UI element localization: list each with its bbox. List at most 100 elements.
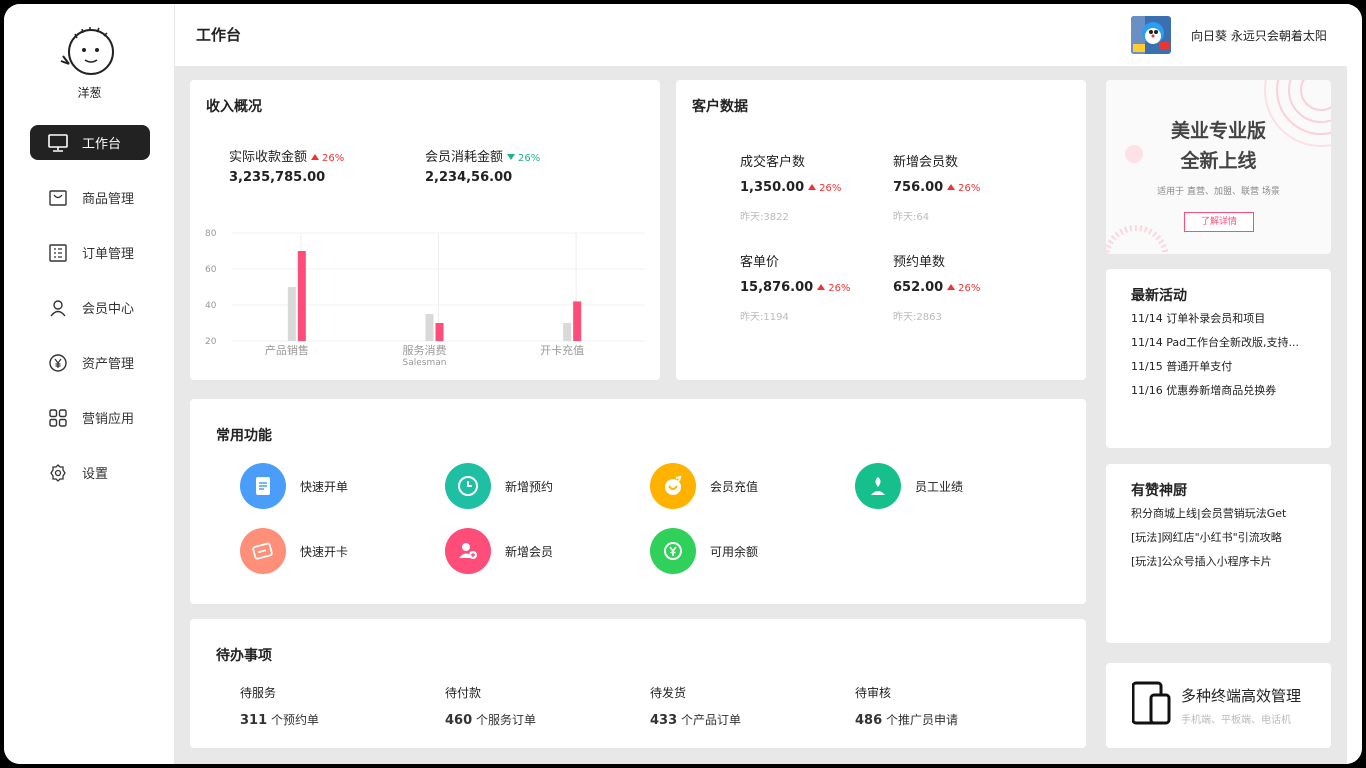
sidebar-item-settings[interactable]: 设置 — [30, 455, 150, 490]
user-motto: 向日葵 永远只会朝着太阳 — [1191, 29, 1327, 43]
x-tick-label: 服务消费 — [403, 343, 447, 357]
sidebar-item-marketing[interactable]: 营销应用 — [30, 400, 150, 435]
staff-icon — [855, 463, 901, 509]
staff-performance-button[interactable]: 员工业绩 — [855, 463, 963, 509]
gear-icon — [48, 463, 68, 483]
sidebar-item-assets[interactable]: 资产管理 — [30, 345, 150, 380]
y-tick-label: 80 — [205, 229, 217, 239]
todo-value[interactable]: 460 个服务订单 — [445, 711, 536, 728]
terminal-card[interactable]: 多种终端高效管理 手机端、平板端、电话机 — [1106, 663, 1331, 748]
username: 洋葱 — [77, 86, 102, 100]
avatar[interactable] — [59, 24, 119, 84]
y-tick-label: 20 — [205, 337, 217, 347]
scrollbar[interactable] — [1347, 66, 1362, 764]
activities-card: 最新活动 11/14 订单补录会员和项目 11/14 Pad工作台全新改版,支持… — [1106, 269, 1331, 448]
customer-stat-label: 新增会员数 — [893, 155, 959, 170]
income-bar-chart: 80 60 40 20 产品销售 服务消费Salesman 开卡充值 — [205, 229, 645, 368]
bar — [435, 323, 444, 341]
member-recharge-button[interactable]: 会员充值 — [650, 463, 758, 509]
customer-stat-yesterday: 昨天:1194 — [740, 312, 789, 323]
banner-line1: 美业专业版 — [1170, 120, 1266, 142]
trend-up-icon — [947, 184, 956, 190]
banner-line2: 全新上线 — [1180, 150, 1257, 172]
promo-banner[interactable]: 美业专业版 全新上线 适用于 直营、加盟、联营 场景 了解详情 — [1106, 80, 1331, 254]
banner-subtitle: 适用于 直营、加盟、联营 场景 — [1157, 187, 1280, 197]
customer-stat-label: 预约单数 — [893, 255, 946, 270]
sidebar-nav: 工作台 商品管理 订单管理 会员中心 资产管理 营销应用 设置 — [30, 125, 150, 510]
sidebar-item-members[interactable]: 会员中心 — [30, 290, 150, 325]
chef-item[interactable]: [玩法]网红店"小红书"引流攻略 — [1131, 529, 1282, 545]
functions-title: 常用功能 — [216, 428, 272, 444]
terminal-subtitle: 手机端、平板端、电话机 — [1181, 715, 1291, 726]
card-icon — [240, 528, 286, 574]
x-tick-label: 产品销售 — [265, 343, 309, 357]
chef-item[interactable]: 积分商城上线|会员营销玩法Get — [1131, 505, 1286, 521]
page-title: 工作台 — [196, 26, 242, 44]
sidebar-item-label: 会员中心 — [82, 302, 135, 317]
activity-item[interactable]: 11/14 订单补录会员和项目 — [1131, 310, 1265, 326]
bar — [425, 314, 434, 341]
heart-coin-icon — [650, 463, 696, 509]
y-tick-label: 40 — [205, 301, 217, 311]
sidebar-item-orders[interactable]: 订单管理 — [30, 235, 150, 270]
chef-item[interactable]: [玩法]公众号插入小程序卡片 — [1131, 553, 1272, 569]
app-window: 洋葱 工作台 商品管理 订单管理 会员中心 资产管理 营销应用 设置 工作台 向… — [4, 4, 1362, 764]
sidebar-item-workbench[interactable]: 工作台 — [30, 125, 150, 160]
customer-stat-label: 客单价 — [740, 255, 780, 270]
bar — [573, 301, 582, 341]
sidebar-item-label: 工作台 — [82, 137, 122, 152]
customer-title: 客户数据 — [692, 99, 748, 115]
activity-item[interactable]: 11/16 优惠券新增商品兑换券 — [1131, 382, 1276, 398]
banner-detail-button[interactable]: 了解详情 — [1184, 212, 1254, 232]
todo-value[interactable]: 311 个预约单 — [240, 711, 319, 728]
user-icon — [48, 298, 68, 318]
customer-stat-yesterday: 昨天:2863 — [893, 312, 942, 323]
y-tick-label: 60 — [205, 265, 217, 275]
clock-icon — [445, 463, 491, 509]
income-card: 收入概况 实际收款金额 26% 3,235,785.00 会员消耗金额 26% 2,… — [190, 80, 660, 380]
trend-up-icon — [947, 284, 956, 290]
trend-up-icon — [808, 184, 817, 190]
customer-stat-value: 756.00 26% — [893, 180, 981, 195]
customer-stat-value: 652.00 26% — [893, 280, 981, 295]
bar — [287, 287, 296, 341]
document-icon — [240, 463, 286, 509]
order-list-icon — [48, 243, 68, 263]
user-avatar[interactable] — [1131, 16, 1171, 54]
activity-item[interactable]: 11/15 普通开单支付 — [1131, 358, 1232, 374]
quick-card-button[interactable]: 快速开卡 — [240, 528, 348, 574]
todo-label: 待审核 — [855, 686, 892, 700]
yen-coin-icon — [48, 353, 68, 373]
top-bar: 工作台 向日葵 永远只会朝着太阳 — [175, 4, 1362, 66]
new-member-button[interactable]: 新增会员 — [445, 528, 553, 574]
todo-label: 待发货 — [650, 686, 687, 700]
sidebar-item-products[interactable]: 商品管理 — [30, 180, 150, 215]
balance-button[interactable]: 可用余额 — [650, 528, 758, 574]
terminal-title: 多种终端高效管理 — [1181, 687, 1302, 705]
sidebar-item-label: 设置 — [82, 467, 109, 482]
bar — [563, 323, 572, 341]
sidebar-item-label: 资产管理 — [82, 357, 135, 372]
chef-title: 有赞神厨 — [1131, 483, 1187, 499]
sidebar: 洋葱 工作台 商品管理 订单管理 会员中心 资产管理 营销应用 设置 — [4, 4, 175, 764]
activity-item[interactable]: 11/14 Pad工作台全新改版,支持... — [1131, 334, 1299, 350]
todo-value[interactable]: 433 个产品订单 — [650, 711, 741, 728]
functions-card: 常用功能 快速开单 新增预约 会员充值 员工业绩 快速开卡 新增会员 可用余额 — [190, 399, 1086, 604]
sidebar-item-label: 营销应用 — [82, 412, 135, 427]
chef-card: 有赞神厨 积分商城上线|会员营销玩法Get [玩法]网红店"小红书"引流攻略 [… — [1106, 464, 1331, 643]
quick-order-button[interactable]: 快速开单 — [240, 463, 348, 509]
todo-label: 待付款 — [445, 686, 482, 700]
customer-stat-value: 1,350.00 26% — [740, 180, 842, 195]
todo-title: 待办事项 — [216, 648, 272, 664]
todo-value[interactable]: 486 个推广员申请 — [855, 711, 958, 728]
main-content: 收入概况 实际收款金额 26% 3,235,785.00 会员消耗金额 26% 2,… — [175, 66, 1347, 764]
todo-label: 待服务 — [240, 686, 277, 700]
new-appointment-button[interactable]: 新增预约 — [445, 463, 553, 509]
customer-stat-label: 成交客户数 — [740, 155, 806, 170]
customer-card: 客户数据 成交客户数 1,350.00 26% 昨天:3822 新增会员数 756… — [676, 80, 1086, 380]
bar — [297, 251, 306, 341]
sidebar-item-label: 订单管理 — [82, 247, 135, 262]
add-member-icon — [445, 528, 491, 574]
customer-stat-value: 15,876.00 26% — [740, 280, 851, 295]
monitor-icon — [48, 133, 68, 153]
